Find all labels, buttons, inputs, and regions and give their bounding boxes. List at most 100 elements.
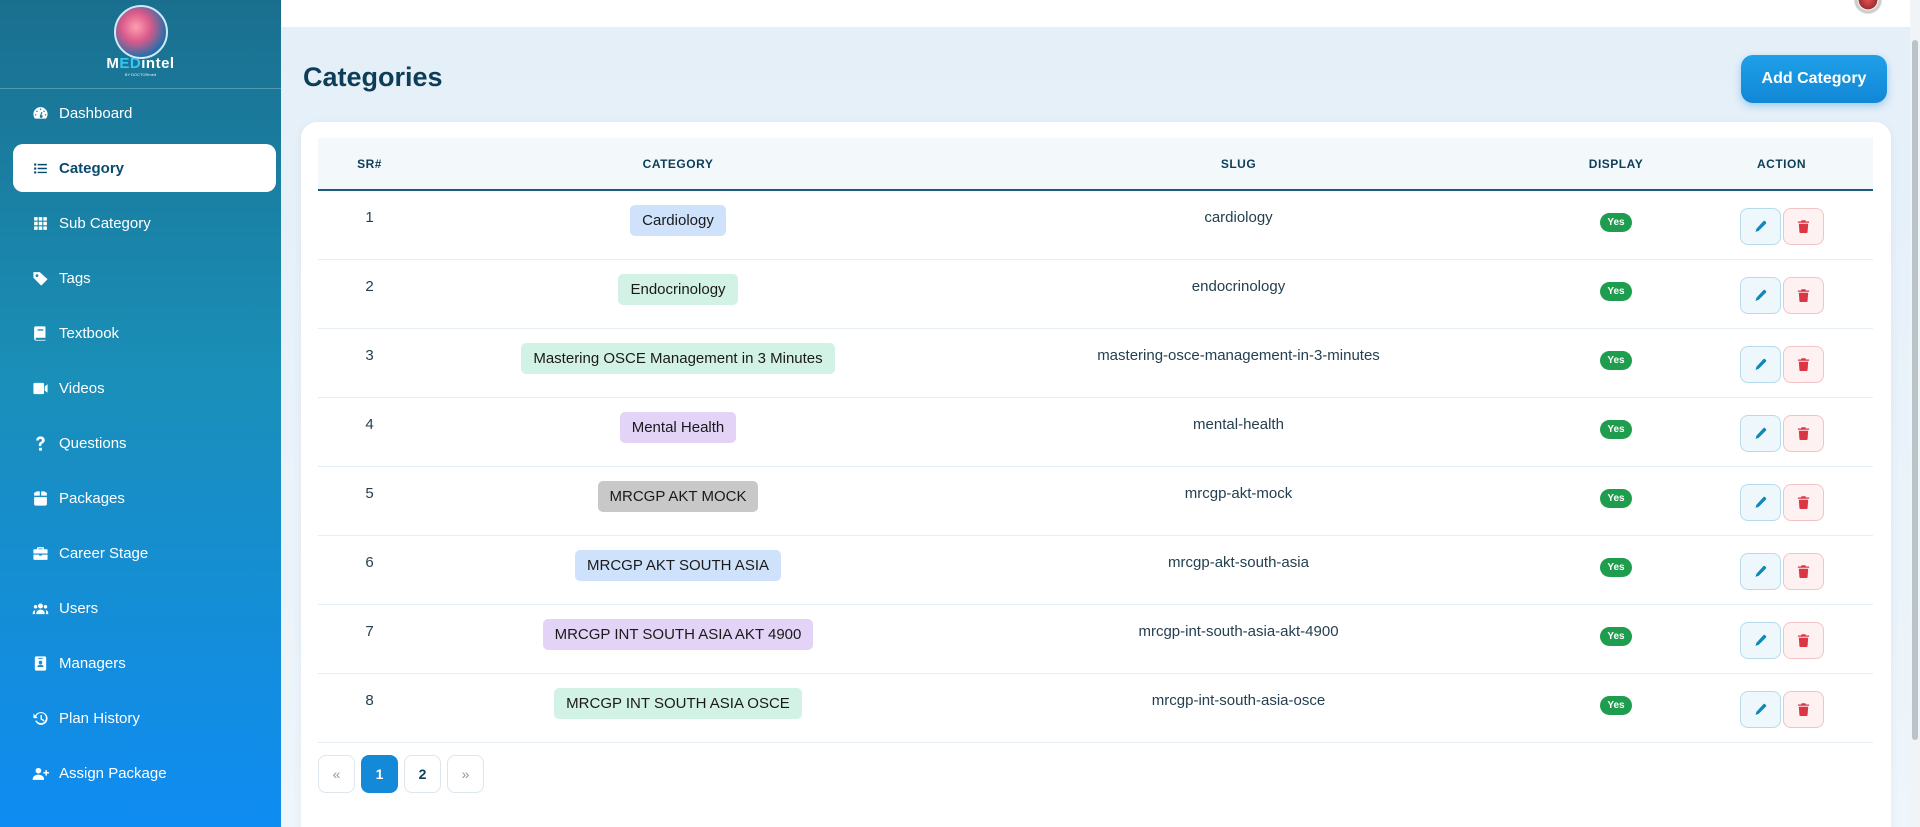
delete-button[interactable] (1782, 621, 1824, 659)
pencil-icon (1753, 702, 1768, 717)
sidebar-item-questions[interactable]: Questions (13, 419, 276, 467)
category-cell: Endocrinology (421, 259, 935, 328)
sidebar-item-category[interactable]: Category (13, 144, 276, 192)
category-pill: MRCGP AKT MOCK (597, 480, 759, 512)
sidebar-nav: Dashboard Category Sub Category Tags Textboo… (0, 0, 281, 782)
display-cell: Yes (1542, 604, 1690, 673)
edit-button[interactable] (1739, 414, 1781, 452)
action-cell (1690, 604, 1873, 673)
sidebar-item-users[interactable]: Users (13, 584, 276, 632)
sidebar-item-tags[interactable]: Tags (13, 254, 276, 302)
sidebar-item-assign-package[interactable]: Assign Package (13, 749, 276, 797)
action-cell (1690, 673, 1873, 742)
action-cell (1690, 397, 1873, 466)
action-cell (1690, 259, 1873, 328)
pencil-icon (1753, 495, 1768, 510)
category-pill: Mastering OSCE Management in 3 Minutes (521, 342, 835, 374)
edit-button[interactable] (1739, 208, 1781, 245)
trash-icon (1796, 633, 1811, 648)
pagination-next-button[interactable]: » (447, 755, 484, 793)
sr-cell: 8 (365, 691, 374, 709)
avatar[interactable] (1854, 0, 1882, 14)
category-pill: Endocrinology (618, 273, 738, 305)
display-cell: Yes (1542, 397, 1690, 466)
table-body: 1 Cardiology cardiology Yes 2 Endocrinology en… (318, 190, 1873, 742)
sidebar-item-label: Tags (59, 269, 91, 287)
table-row: 2 Endocrinology endocrinology Yes (318, 259, 1873, 328)
grid-icon (31, 214, 50, 233)
pagination-prev-button[interactable]: « (318, 755, 355, 793)
table-row: 6 MRCGP AKT SOUTH ASIA mrcgp-akt-south-asi… (318, 535, 1873, 604)
column-header-category[interactable]: CATEGORY (421, 138, 935, 191)
scrollbar[interactable] (1910, 0, 1920, 827)
sidebar-item-plan-history[interactable]: Plan History (13, 694, 276, 742)
sidebar-item-packages[interactable]: Packages (13, 474, 276, 522)
sidebar-item-label: Textbook (59, 324, 120, 342)
category-cell: Cardiology (421, 190, 935, 259)
action-cell (1690, 328, 1873, 397)
trash-icon (1796, 357, 1811, 372)
sr-cell: 2 (365, 277, 374, 295)
column-header-slug[interactable]: SLUG (935, 138, 1542, 191)
pencil-icon (1753, 564, 1768, 579)
display-cell: Yes (1542, 328, 1690, 397)
display-cell: Yes (1542, 673, 1690, 742)
pagination: «1 2» (318, 755, 484, 793)
category-pill: MRCGP INT SOUTH ASIA AKT 4900 (542, 618, 814, 650)
pagination-page-1[interactable]: 1 (361, 755, 398, 793)
edit-button[interactable] (1739, 345, 1781, 383)
book-icon (31, 324, 50, 343)
sidebar: MEDintel BY DOCTORmed Dashboard Category S… (0, 0, 281, 827)
delete-button[interactable] (1782, 208, 1824, 245)
category-pill: MRCGP AKT SOUTH ASIA (575, 549, 781, 581)
sr-cell: 5 (365, 484, 374, 502)
sidebar-item-videos[interactable]: Videos (13, 364, 276, 412)
pencil-icon (1753, 219, 1768, 234)
sidebar-item-dashboard[interactable]: Dashboard (13, 89, 276, 137)
column-header-display[interactable]: DISPLAY (1542, 138, 1690, 191)
edit-button[interactable] (1739, 690, 1781, 728)
edit-button[interactable] (1739, 621, 1781, 659)
delete-button[interactable] (1782, 483, 1824, 521)
sidebar-item-career-stage[interactable]: Career Stage (13, 529, 276, 577)
sidebar-item-label: Users (59, 599, 99, 617)
pagination-page-2[interactable]: 2 (404, 755, 441, 793)
trash-icon (1796, 495, 1811, 510)
edit-button[interactable] (1739, 276, 1781, 314)
categories-table: SR# CATEGORY SLUG DISPLAY ACTION 1 Cardio… (318, 138, 1873, 743)
delete-button[interactable] (1782, 552, 1824, 590)
user-plus-icon (31, 764, 50, 783)
sidebar-item-textbook[interactable]: Textbook (13, 309, 276, 357)
sidebar-item-label: Plan History (59, 709, 140, 727)
status-badge: Yes (1600, 350, 1632, 370)
history-icon (31, 709, 50, 728)
scrollbar-thumb[interactable] (1912, 40, 1918, 740)
add-category-button[interactable]: Add Category (1741, 55, 1887, 103)
video-icon (31, 379, 50, 398)
sidebar-item-managers[interactable]: Managers (13, 639, 276, 687)
trash-icon (1796, 426, 1811, 441)
page-title: Categories (303, 62, 443, 92)
delete-button[interactable] (1782, 345, 1824, 383)
table-header-row: SR# CATEGORY SLUG DISPLAY ACTION (318, 138, 1873, 191)
table-row: 8 MRCGP INT SOUTH ASIA OSCE mrcgp-int-sout… (318, 673, 1873, 742)
sidebar-item-label: Sub Category (59, 214, 151, 232)
column-header-sr[interactable]: SR# (318, 138, 421, 191)
id-badge-icon (31, 654, 50, 673)
sidebar-item-label: Managers (59, 654, 126, 672)
status-badge: Yes (1600, 213, 1632, 232)
sr-cell: 6 (365, 553, 374, 571)
sidebar-item-sub-category[interactable]: Sub Category (13, 199, 276, 247)
edit-button[interactable] (1739, 483, 1781, 521)
list-icon (31, 159, 50, 178)
slug-cell: mastering-osce-management-in-3-minutes (1097, 346, 1380, 364)
sidebar-item-label: Assign Package (59, 764, 167, 782)
display-cell: Yes (1542, 259, 1690, 328)
slug-cell: mrcgp-akt-mock (1184, 484, 1293, 502)
delete-button[interactable] (1782, 414, 1824, 452)
trash-icon (1796, 288, 1811, 303)
delete-button[interactable] (1782, 276, 1824, 314)
edit-button[interactable] (1739, 552, 1781, 590)
dashboard-icon (31, 104, 50, 123)
delete-button[interactable] (1782, 690, 1824, 728)
